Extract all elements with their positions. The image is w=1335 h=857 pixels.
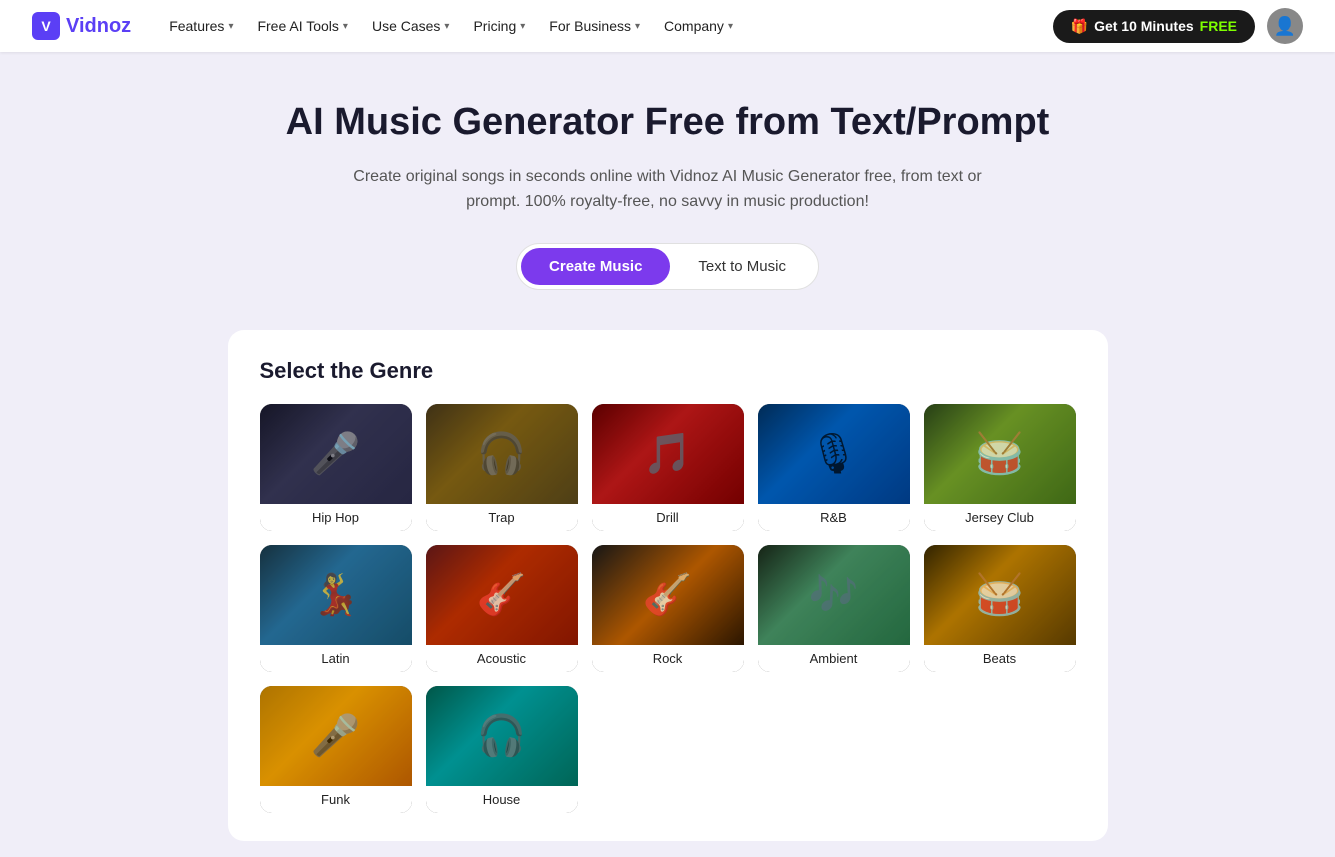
genre-card-latin[interactable]: 💃 Latin <box>260 545 412 672</box>
radio-ambient[interactable] <box>890 652 902 664</box>
genre-label-trap: Trap <box>426 504 578 531</box>
genre-label-acoustic: Acoustic <box>426 645 578 672</box>
genre-image-rnb: 🎙 <box>758 404 910 504</box>
genre-card-rnb[interactable]: 🎙 R&B <box>758 404 910 531</box>
nav-company[interactable]: Company ▾ <box>654 12 743 40</box>
genre-label-rnb: R&B <box>758 504 910 531</box>
hero-section: AI Music Generator Free from Text/Prompt… <box>0 52 1335 314</box>
genre-image-funk: 🎤 <box>260 686 412 786</box>
genre-image-beats: 🥁 <box>924 545 1076 645</box>
radio-jersey[interactable] <box>1056 511 1068 523</box>
genre-card-jersey[interactable]: 🥁 Jersey Club <box>924 404 1076 531</box>
radio-rnb[interactable] <box>890 511 902 523</box>
logo[interactable]: V Vidnoz <box>32 12 131 40</box>
avatar[interactable]: 👤 <box>1267 8 1303 44</box>
create-music-button[interactable]: Create Music <box>521 248 670 285</box>
page-title: AI Music Generator Free from Text/Prompt <box>20 100 1315 146</box>
genre-label-jersey: Jersey Club <box>924 504 1076 531</box>
genre-label-hiphop: Hip Hop <box>260 504 412 531</box>
genre-label-drill: Drill <box>592 504 744 531</box>
hero-buttons: Create Music Text to Music <box>516 243 819 290</box>
genre-card-rock[interactable]: 🎸 Rock <box>592 545 744 672</box>
genre-label-funk: Funk <box>260 786 412 813</box>
gift-icon: 🎁 <box>1071 18 1088 35</box>
chevron-down-icon: ▾ <box>520 21 525 32</box>
genre-card-hiphop[interactable]: 🎤 Hip Hop <box>260 404 412 531</box>
genre-image-trap: 🎧 <box>426 404 578 504</box>
genre-image-acoustic: 🎸 <box>426 545 578 645</box>
genre-image-rock: 🎸 <box>592 545 744 645</box>
nav-features[interactable]: Features ▾ <box>159 12 243 40</box>
nav-for-business[interactable]: For Business ▾ <box>539 12 650 40</box>
genre-card-beats[interactable]: 🥁 Beats <box>924 545 1076 672</box>
chevron-down-icon: ▾ <box>228 21 233 32</box>
genre-image-drill: 🎵 <box>592 404 744 504</box>
radio-latin[interactable] <box>392 652 404 664</box>
genre-label-ambient: Ambient <box>758 645 910 672</box>
nav-use-cases[interactable]: Use Cases ▾ <box>362 12 460 40</box>
genre-card-trap[interactable]: 🎧 Trap <box>426 404 578 531</box>
genre-section: Select the Genre 🎤 Hip Hop 🎧 Trap 🎵 Dril… <box>228 330 1108 841</box>
radio-hiphop[interactable] <box>392 511 404 523</box>
radio-drill[interactable] <box>724 511 736 523</box>
chevron-down-icon: ▾ <box>728 21 733 32</box>
radio-rock[interactable] <box>724 652 736 664</box>
genre-image-latin: 💃 <box>260 545 412 645</box>
cta-button[interactable]: 🎁 Get 10 Minutes FREE <box>1053 10 1255 43</box>
genre-label-house: House <box>426 786 578 813</box>
genre-grid: 🎤 Hip Hop 🎧 Trap 🎵 Drill 🎙 R&B 🥁 Jersey … <box>260 404 1076 813</box>
genre-card-house[interactable]: 🎧 House <box>426 686 578 813</box>
nav-pricing[interactable]: Pricing ▾ <box>463 12 535 40</box>
genre-card-funk[interactable]: 🎤 Funk <box>260 686 412 813</box>
radio-funk[interactable] <box>392 793 404 805</box>
text-to-music-button[interactable]: Text to Music <box>670 248 814 285</box>
genre-card-acoustic[interactable]: 🎸 Acoustic <box>426 545 578 672</box>
genre-image-ambient: 🎶 <box>758 545 910 645</box>
hero-subtitle: Create original songs in seconds online … <box>328 164 1008 215</box>
genre-label-latin: Latin <box>260 645 412 672</box>
chevron-down-icon: ▾ <box>635 21 640 32</box>
radio-beats[interactable] <box>1056 652 1068 664</box>
genre-label-beats: Beats <box>924 645 1076 672</box>
genre-section-title: Select the Genre <box>260 358 1076 384</box>
nav-items: Features ▾ Free AI Tools ▾ Use Cases ▾ P… <box>159 12 1024 40</box>
genre-card-drill[interactable]: 🎵 Drill <box>592 404 744 531</box>
logo-icon: V <box>32 12 60 40</box>
radio-acoustic[interactable] <box>558 652 570 664</box>
genre-image-hiphop: 🎤 <box>260 404 412 504</box>
chevron-down-icon: ▾ <box>444 21 449 32</box>
genre-image-house: 🎧 <box>426 686 578 786</box>
nav-free-ai-tools[interactable]: Free AI Tools ▾ <box>247 12 357 40</box>
genre-label-rock: Rock <box>592 645 744 672</box>
genre-image-jersey: 🥁 <box>924 404 1076 504</box>
radio-house[interactable] <box>558 793 570 805</box>
nav-right: 🎁 Get 10 Minutes FREE 👤 <box>1053 8 1303 44</box>
navbar: V Vidnoz Features ▾ Free AI Tools ▾ Use … <box>0 0 1335 52</box>
radio-trap[interactable] <box>558 511 570 523</box>
chevron-down-icon: ▾ <box>343 21 348 32</box>
genre-card-ambient[interactable]: 🎶 Ambient <box>758 545 910 672</box>
logo-text: Vidnoz <box>66 15 131 38</box>
